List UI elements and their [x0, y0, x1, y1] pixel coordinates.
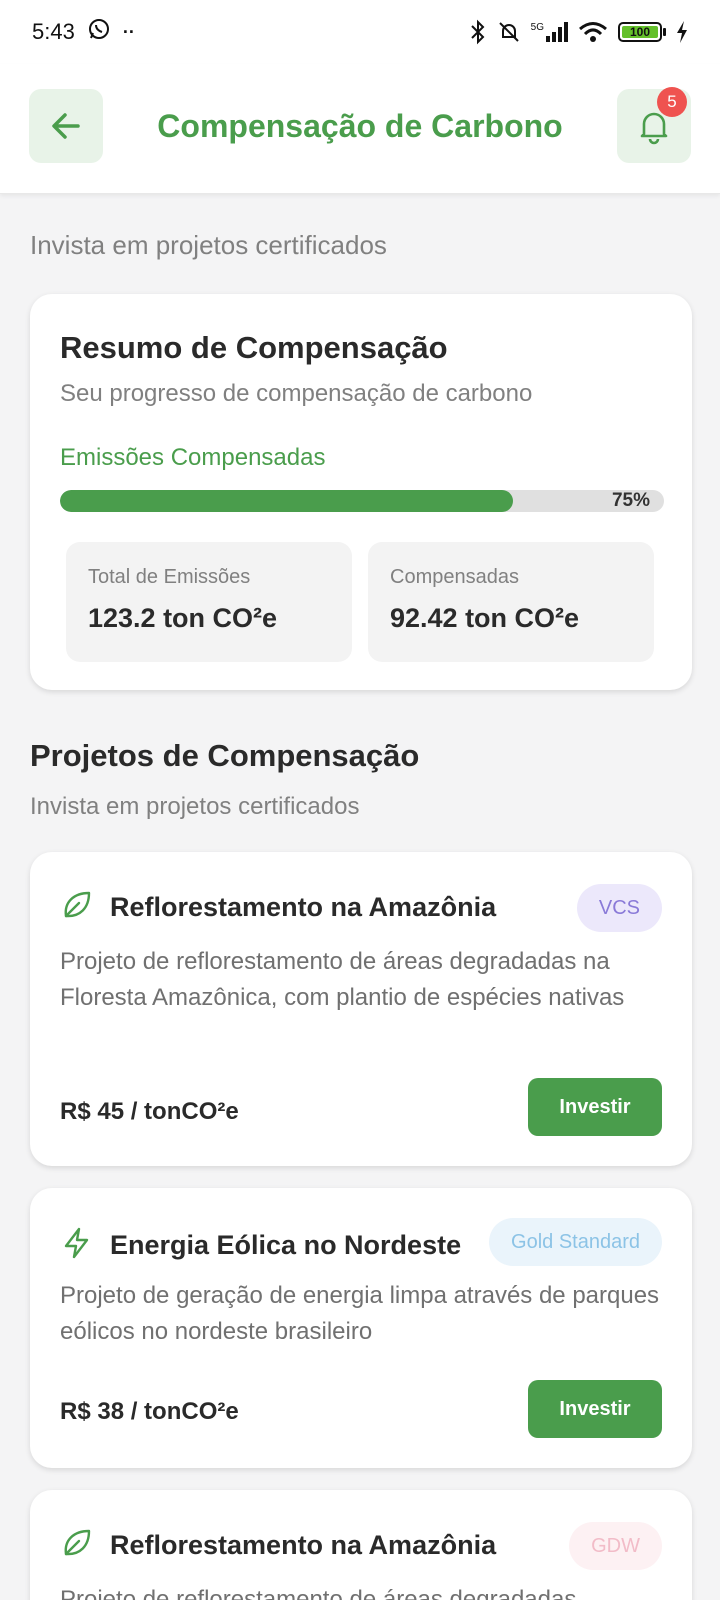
- summary-title: Resumo de Compensação: [60, 330, 448, 365]
- certification-badge: VCS: [576, 884, 662, 932]
- lightning-icon: [64, 1227, 89, 1259]
- status-bar: 5:43 ·· 5G 100: [0, 0, 720, 64]
- project-name: Reflorestamento na Amazônia: [110, 892, 497, 922]
- project-name: Energia Eólica no Nordeste: [110, 1230, 462, 1260]
- leaf-icon: [64, 891, 91, 918]
- leaf-icon: [64, 1529, 91, 1556]
- progress-percent: 75%: [611, 490, 650, 511]
- progress-label: Emissões Compensadas: [60, 444, 326, 471]
- project-price: R$ 45 / tonCO²e: [60, 1098, 239, 1125]
- project-description: Projeto de reflorestamento de áreas degr…: [60, 948, 625, 1011]
- progress-bar: 75%: [60, 490, 664, 512]
- bluetooth-icon: [469, 19, 487, 45]
- mute-bell-icon: [497, 20, 521, 44]
- project-card: Reflorestamento na Amazônia VCS Projeto …: [30, 852, 692, 1166]
- app-bar: Compensação de Carbono 5: [0, 64, 720, 194]
- total-emissions-stat: Total de Emissões 123.2 ton CO²e: [66, 542, 352, 662]
- certification-badge: GDW: [569, 1522, 662, 1570]
- stat-value: 123.2 ton CO²e: [88, 603, 278, 633]
- whatsapp-icon: [87, 17, 111, 47]
- page-title: Compensação de Carbono: [157, 108, 563, 144]
- certification-badge: Gold Standard: [489, 1218, 662, 1266]
- compensated-stat: Compensadas 92.42 ton CO²e: [368, 542, 654, 662]
- notifications-button[interactable]: 5: [617, 87, 691, 163]
- section-subtitle: Invista em projetos certificados: [30, 793, 360, 820]
- summary-description: Seu progresso de compensação de carbono: [60, 380, 533, 407]
- project-description: Projeto de reflorestamento de áreas degr…: [60, 1586, 577, 1600]
- page-subtitle: Invista em projetos certificados: [30, 230, 387, 260]
- stat-value: 92.42 ton CO²e: [390, 603, 580, 633]
- project-card: Reflorestamento na Amazônia GDW Projeto …: [30, 1490, 692, 1600]
- battery-icon: 100: [618, 22, 666, 42]
- battery-level: 100: [622, 26, 658, 38]
- project-description: Projeto de geração de energia limpa atra…: [60, 1282, 660, 1345]
- project-card: Energia Eólica no Nordeste Gold Standard…: [30, 1188, 692, 1468]
- network-type: 5G: [530, 22, 544, 33]
- stat-label: Total de Emissões: [88, 566, 251, 588]
- charging-icon: [676, 21, 688, 43]
- project-price: R$ 38 / tonCO²e: [60, 1398, 239, 1425]
- notification-badge: 5: [657, 87, 687, 117]
- wifi-icon: [578, 21, 608, 43]
- summary-card: Resumo de Compensação Seu progresso de c…: [30, 294, 692, 690]
- invest-button[interactable]: Investir: [528, 1078, 662, 1136]
- stat-label: Compensadas: [390, 566, 519, 588]
- invest-button[interactable]: Investir: [528, 1380, 662, 1438]
- signal-icon: 5G: [531, 22, 568, 42]
- progress-fill: [60, 490, 513, 512]
- status-time: 5:43: [32, 19, 75, 44]
- section-title: Projetos de Compensação: [30, 738, 420, 773]
- project-name: Reflorestamento na Amazônia: [110, 1530, 497, 1560]
- more-notifications-icon: ··: [122, 21, 135, 42]
